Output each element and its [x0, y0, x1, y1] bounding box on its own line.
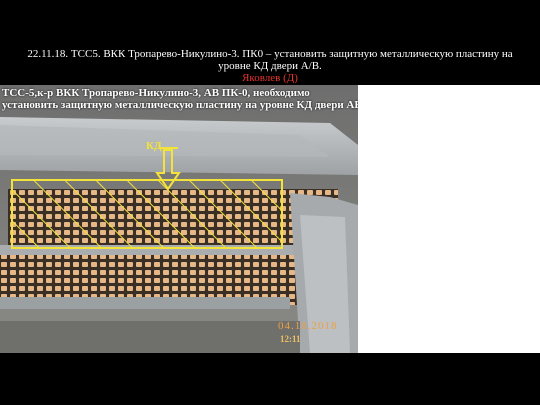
kd-marker-label: КД — [146, 140, 162, 152]
content-panel: ТСС-5,к-р ВКК Тропарево-Никулино-3, АВ П… — [0, 85, 540, 353]
blank-area — [358, 85, 540, 353]
slide-header: 22.11.18. ТСС5. ВКК Тропарево-Никулино-3… — [0, 48, 540, 84]
photo-illustration — [0, 85, 358, 353]
photo-caption-line-1: ТСС-5,к-р ВКК Тропарево-Никулино-3, АВ П… — [2, 87, 310, 99]
slide-title: 22.11.18. ТСС5. ВКК Тропарево-Никулино-3… — [27, 48, 513, 72]
slide-author: Яковлев (Д) — [242, 72, 298, 84]
time-stamp: 12:11 — [280, 334, 301, 344]
date-stamp: 04.10.2018 — [278, 320, 338, 332]
photo-caption-line-2: установить защитную металлическую пласти… — [2, 99, 358, 111]
inspection-photo: ТСС-5,к-р ВКК Тропарево-Никулино-3, АВ П… — [0, 85, 358, 353]
